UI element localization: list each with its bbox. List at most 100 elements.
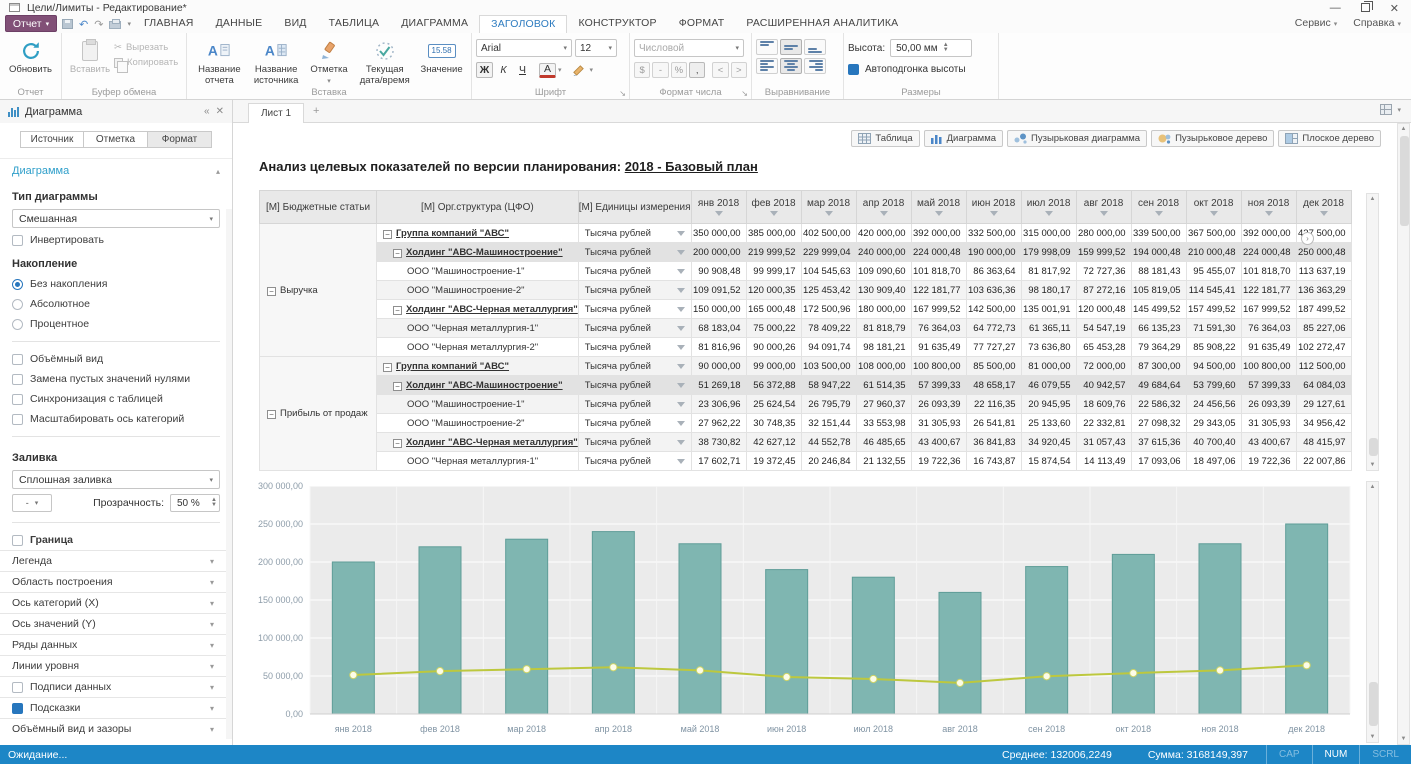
- radio-row[interactable]: Без накопления: [0, 274, 232, 294]
- unit-cell[interactable]: Тысяча рублей: [578, 319, 691, 338]
- value-cell[interactable]: 26 541,81: [966, 414, 1021, 433]
- org-structure-cell[interactable]: ООО "Черная металлургия-1": [377, 319, 579, 338]
- dialog-launcher-icon[interactable]: ↘: [741, 89, 748, 98]
- line-point[interactable]: [1216, 667, 1223, 674]
- value-cell[interactable]: 219 999,52: [746, 243, 801, 262]
- filter-icon[interactable]: [1265, 211, 1273, 216]
- filter-icon[interactable]: [880, 211, 888, 216]
- unit-cell[interactable]: Тысяча рублей: [578, 243, 691, 262]
- value-cell[interactable]: 31 305,93: [911, 414, 966, 433]
- font-color-button[interactable]: А: [539, 63, 556, 78]
- align-left-button[interactable]: [756, 58, 778, 74]
- value-cell[interactable]: 100 800,00: [1241, 357, 1296, 376]
- sheet-vscrollbar[interactable]: ▲ ▼: [1397, 123, 1410, 745]
- org-structure-cell[interactable]: ООО "Черная металлургия-2": [377, 338, 579, 357]
- value-cell[interactable]: 79 364,29: [1131, 338, 1186, 357]
- value-cell[interactable]: 42 627,12: [746, 433, 801, 452]
- layout-split-button[interactable]: ▾: [1380, 104, 1401, 115]
- value-cell[interactable]: 91 635,49: [911, 338, 966, 357]
- chart-vscrollbar[interactable]: ▲ ▼: [1366, 481, 1379, 743]
- filter-icon[interactable]: [990, 211, 998, 216]
- collapse-icon[interactable]: −: [393, 306, 402, 315]
- month-column-header[interactable]: окт 2018: [1186, 191, 1241, 224]
- value-cell[interactable]: 150 000,00: [691, 300, 746, 319]
- value-cell[interactable]: 190 000,00: [966, 243, 1021, 262]
- collapse-icon[interactable]: −: [267, 287, 276, 296]
- ribbon-tab-ДИАГРАММА[interactable]: ДИАГРАММА: [390, 15, 479, 33]
- value-cell[interactable]: 91 635,49: [1241, 338, 1296, 357]
- value-cell[interactable]: 40 700,40: [1186, 433, 1241, 452]
- value-cell[interactable]: 142 500,00: [966, 300, 1021, 319]
- close-button[interactable]: ✕: [1390, 2, 1399, 15]
- panel-tab-Отметка[interactable]: Отметка: [84, 131, 148, 148]
- bar[interactable]: [939, 592, 981, 714]
- checkbox-Синхронизация с таблицей[interactable]: [12, 394, 23, 405]
- value-cell[interactable]: 73 636,80: [1021, 338, 1076, 357]
- print-icon[interactable]: [109, 21, 121, 29]
- value-cell[interactable]: 21 132,55: [856, 452, 911, 471]
- value-cell[interactable]: 392 000,00: [911, 224, 966, 243]
- collapse-icon[interactable]: −: [267, 410, 276, 419]
- budget-item-cell[interactable]: −Выручка: [260, 224, 377, 357]
- value-cell[interactable]: 24 456,56: [1186, 395, 1241, 414]
- line-point[interactable]: [1043, 673, 1050, 680]
- value-cell[interactable]: 102 272,47: [1296, 338, 1351, 357]
- align-bottom-button[interactable]: [804, 39, 826, 55]
- minus-format-button[interactable]: -: [652, 62, 668, 78]
- value-cell[interactable]: 122 181,77: [1241, 281, 1296, 300]
- org-structure-cell[interactable]: −Группа компаний "АВС": [377, 224, 579, 243]
- value-cell[interactable]: 179 998,09: [1021, 243, 1076, 262]
- value-cell[interactable]: 18 497,06: [1186, 452, 1241, 471]
- scroll-up-icon[interactable]: ▲: [1367, 484, 1378, 490]
- value-cell[interactable]: 65 453,28: [1076, 338, 1131, 357]
- border-checkbox-row[interactable]: Граница: [0, 530, 232, 550]
- spinner-arrows-icon[interactable]: ▲▼: [211, 498, 217, 508]
- unit-cell[interactable]: Тысяча рублей: [578, 395, 691, 414]
- panel-section-Подписи данных[interactable]: Подписи данных ▾: [0, 676, 226, 697]
- value-cell[interactable]: 339 500,00: [1131, 224, 1186, 243]
- value-cell[interactable]: 27 960,37: [856, 395, 911, 414]
- filter-icon[interactable]: [1320, 211, 1328, 216]
- value-cell[interactable]: 77 727,27: [966, 338, 1021, 357]
- org-structure-cell[interactable]: ООО "Машиностроение-1": [377, 262, 579, 281]
- align-center-button[interactable]: [780, 58, 802, 74]
- filter-icon[interactable]: [677, 440, 685, 445]
- value-cell[interactable]: 27 962,22: [691, 414, 746, 433]
- value-cell[interactable]: 31 057,43: [1076, 433, 1131, 452]
- value-cell[interactable]: 71 591,30: [1186, 319, 1241, 338]
- value-cell[interactable]: 167 999,52: [911, 300, 966, 319]
- scroll-thumb[interactable]: [1400, 136, 1409, 226]
- org-structure-cell[interactable]: −Холдинг "АВС-Черная металлургия": [377, 433, 579, 452]
- value-cell[interactable]: 57 399,33: [911, 376, 966, 395]
- filter-icon[interactable]: [677, 307, 685, 312]
- sidebar-scrollbar[interactable]: [226, 209, 232, 739]
- column-header[interactable]: [М] Орг.структура (ЦФО): [377, 191, 579, 224]
- value-cell[interactable]: 98 180,17: [1021, 281, 1076, 300]
- org-structure-cell[interactable]: −Холдинг "АВС-Машиностроение": [377, 243, 579, 262]
- value-cell[interactable]: 23 306,96: [691, 395, 746, 414]
- value-cell[interactable]: 31 305,93: [1241, 414, 1296, 433]
- datetime-button[interactable]: Текущая дата/время: [353, 36, 416, 87]
- value-cell[interactable]: 101 818,70: [1241, 262, 1296, 281]
- value-cell[interactable]: 17 602,71: [691, 452, 746, 471]
- value-cell[interactable]: 167 999,52: [1241, 300, 1296, 319]
- bar[interactable]: [1112, 554, 1154, 714]
- value-cell[interactable]: 64 772,73: [966, 319, 1021, 338]
- collapse-icon[interactable]: −: [383, 230, 392, 239]
- highlight-button[interactable]: [569, 62, 588, 78]
- value-cell[interactable]: 103 500,00: [801, 357, 856, 376]
- filter-icon[interactable]: [677, 326, 685, 331]
- org-structure-cell[interactable]: ООО "Машиностроение-1": [377, 395, 579, 414]
- filter-icon[interactable]: [677, 364, 685, 369]
- plan-version-link[interactable]: 2018 - Базовый план: [625, 159, 758, 174]
- view-button-Пузырьковая диаграмма[interactable]: Пузырьковая диаграмма: [1007, 130, 1147, 147]
- value-cell[interactable]: 229 999,04: [801, 243, 856, 262]
- ribbon-tab-ГЛАВНАЯ[interactable]: ГЛАВНАЯ: [133, 15, 205, 33]
- value-cell[interactable]: 68 183,04: [691, 319, 746, 338]
- collapse-icon[interactable]: −: [383, 363, 392, 372]
- month-column-header[interactable]: апр 2018: [856, 191, 911, 224]
- value-cell[interactable]: 20 945,95: [1021, 395, 1076, 414]
- view-button-Пузырьковое дерево[interactable]: Пузырьковое дерево: [1151, 130, 1274, 147]
- unit-cell[interactable]: Тысяча рублей: [578, 357, 691, 376]
- filter-icon[interactable]: [677, 459, 685, 464]
